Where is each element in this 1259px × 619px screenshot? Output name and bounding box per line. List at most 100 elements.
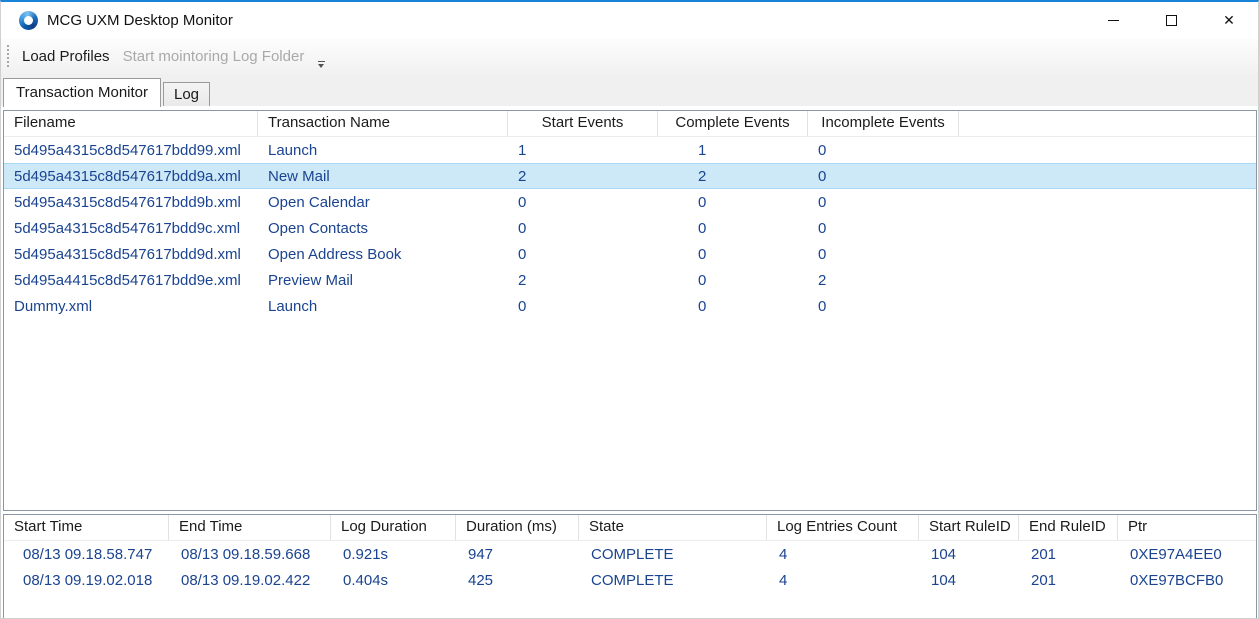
close-icon: ✕ [1223,13,1235,27]
column-header-start-time[interactable]: Start Time [4,515,169,540]
detail-row[interactable]: 08/13 09.19.02.01808/13 09.19.02.4220.40… [4,567,1256,593]
window-title: MCG UXM Desktop Monitor [47,12,233,29]
column-header-ptr[interactable]: Ptr [1118,515,1256,540]
cell-start-ruleid: 104 [919,546,1019,563]
cell-start: 2 [508,272,658,289]
minimize-button[interactable] [1084,2,1142,38]
cell-start: 1 [508,142,658,159]
toolbar: Load Profiles Start mointoring Log Folde… [1,38,1258,74]
details-body: 08/13 09.18.58.74708/13 09.18.59.6680.92… [4,541,1256,593]
transaction-row[interactable]: Dummy.xmlLaunch000 [4,293,1256,319]
cell-complete: 1 [658,142,808,159]
cell-complete: 0 [658,272,808,289]
tab-transaction-monitor[interactable]: Transaction Monitor [3,78,161,107]
toolbar-overflow-button[interactable] [314,61,328,68]
cell-complete: 0 [658,246,808,263]
cell-incomplete: 0 [808,194,959,211]
cell-transaction: New Mail [258,168,508,185]
cell-log-duration: 0.404s [331,572,456,589]
cell-end-ruleid: 201 [1019,546,1118,563]
cell-transaction: Open Calendar [258,194,508,211]
column-header-transaction-name[interactable]: Transaction Name [258,111,508,136]
cell-end-ruleid: 201 [1019,572,1118,589]
cell-ptr: 0XE97BCFB0 [1118,572,1256,589]
column-header-start-events[interactable]: Start Events [508,111,658,136]
cell-state: COMPLETE [579,572,767,589]
cell-complete: 0 [658,194,808,211]
cell-state: COMPLETE [579,546,767,563]
column-header-state[interactable]: State [579,515,767,540]
cell-start: 0 [508,194,658,211]
cell-transaction: Open Address Book [258,246,508,263]
title-bar: MCG UXM Desktop Monitor ✕ [1,2,1258,38]
cell-filename: 5d495a4315c8d547617bdd9a.xml [4,168,258,185]
cell-start: 0 [508,298,658,315]
column-header-log-entries-count[interactable]: Log Entries Count [767,515,919,540]
cell-incomplete: 0 [808,142,959,159]
window-controls: ✕ [1084,2,1258,38]
detail-row[interactable]: 08/13 09.18.58.74708/13 09.18.59.6680.92… [4,541,1256,567]
toolbar-grip-handle[interactable] [7,45,9,67]
cell-incomplete: 0 [808,298,959,315]
cell-duration-ms: 947 [456,546,579,563]
cell-filename: 5d495a4415c8d547617bdd9e.xml [4,272,258,289]
cell-end-time: 08/13 09.18.59.668 [169,546,331,563]
details-grid: Start TimeEnd TimeLog DurationDuration (… [3,514,1257,619]
cell-start-time: 08/13 09.18.58.747 [4,546,169,563]
column-header-incomplete-events[interactable]: Incomplete Events [808,111,959,136]
cell-start-time: 08/13 09.19.02.018 [4,572,169,589]
cell-filename: 5d495a4315c8d547617bdd99.xml [4,142,258,159]
cell-transaction: Open Contacts [258,220,508,237]
cell-log-entries-count: 4 [767,572,919,589]
start-monitoring-log-folder-button[interactable]: Start mointoring Log Folder [117,48,311,65]
column-header-start-ruleid[interactable]: Start RuleID [919,515,1019,540]
column-header-log-duration[interactable]: Log Duration [331,515,456,540]
cell-log-entries-count: 4 [767,546,919,563]
close-button[interactable]: ✕ [1200,2,1258,38]
cell-complete: 2 [658,168,808,185]
column-header-end-time[interactable]: End Time [169,515,331,540]
transactions-grid: FilenameTransaction NameStart EventsComp… [3,110,1257,511]
transactions-header: FilenameTransaction NameStart EventsComp… [4,111,1256,137]
transaction-row[interactable]: 5d495a4415c8d547617bdd9e.xmlPreview Mail… [4,267,1256,293]
cell-start: 0 [508,220,658,237]
cell-transaction: Launch [258,142,508,159]
cell-incomplete: 0 [808,168,959,185]
transaction-row[interactable]: 5d495a4315c8d547617bdd9c.xmlOpen Contact… [4,215,1256,241]
cell-filename: 5d495a4315c8d547617bdd9d.xml [4,246,258,263]
transaction-row[interactable]: 5d495a4315c8d547617bdd9b.xmlOpen Calenda… [4,189,1256,215]
transaction-row[interactable]: 5d495a4315c8d547617bdd9a.xmlNew Mail220 [4,163,1256,189]
load-profiles-button[interactable]: Load Profiles [16,48,116,65]
tab-strip: Transaction Monitor Log [1,74,1258,106]
column-header-complete-events[interactable]: Complete Events [658,111,808,136]
app-icon[interactable] [19,11,38,30]
tab-log[interactable]: Log [163,82,210,106]
cell-filename: 5d495a4315c8d547617bdd9c.xml [4,220,258,237]
minimize-icon [1108,20,1119,21]
column-header-filename[interactable]: Filename [4,111,258,136]
cell-transaction: Preview Mail [258,272,508,289]
column-header-filler [959,111,1256,136]
transaction-row[interactable]: 5d495a4315c8d547617bdd9d.xmlOpen Address… [4,241,1256,267]
cell-log-duration: 0.921s [331,546,456,563]
cell-filename: 5d495a4315c8d547617bdd9b.xml [4,194,258,211]
cell-incomplete: 0 [808,220,959,237]
cell-start-ruleid: 104 [919,572,1019,589]
cell-complete: 0 [658,220,808,237]
cell-ptr: 0XE97A4EE0 [1118,546,1256,563]
cell-transaction: Launch [258,298,508,315]
chevron-down-icon [318,64,324,68]
column-header-end-ruleid[interactable]: End RuleID [1019,515,1118,540]
cell-duration-ms: 425 [456,572,579,589]
cell-start: 0 [508,246,658,263]
maximize-icon [1166,15,1177,26]
cell-filename: Dummy.xml [4,298,258,315]
cell-incomplete: 0 [808,246,959,263]
details-header: Start TimeEnd TimeLog DurationDuration (… [4,515,1256,541]
column-header-duration-ms[interactable]: Duration (ms) [456,515,579,540]
cell-complete: 0 [658,298,808,315]
maximize-button[interactable] [1142,2,1200,38]
transactions-body: 5d495a4315c8d547617bdd99.xmlLaunch1105d4… [4,137,1256,319]
transaction-row[interactable]: 5d495a4315c8d547617bdd99.xmlLaunch110 [4,137,1256,163]
cell-incomplete: 2 [808,272,959,289]
